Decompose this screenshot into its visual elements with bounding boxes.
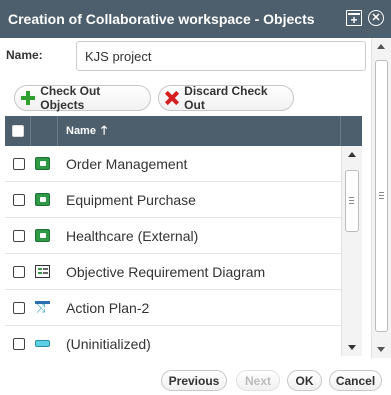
select-all-cell — [5, 116, 31, 146]
row-checkbox[interactable] — [13, 158, 25, 170]
row-label: Order Management — [66, 156, 188, 172]
name-input[interactable] — [76, 41, 366, 71]
dialog-scrollbar[interactable] — [371, 38, 391, 358]
icon-column-header — [31, 116, 58, 146]
uninitialized-icon — [35, 340, 50, 347]
row-label: (Uninitialized) — [66, 336, 151, 352]
name-column-header[interactable]: Name 🡑 — [58, 116, 341, 146]
action-plan-icon — [35, 301, 50, 316]
row-label: Healthcare (External) — [66, 228, 199, 244]
sort-ascending-icon: 🡑 — [100, 122, 108, 137]
row-checkbox[interactable] — [13, 338, 25, 350]
plus-icon — [21, 91, 36, 105]
grid-scrollbar[interactable] — [341, 146, 362, 356]
object-icon — [35, 157, 50, 170]
check-out-objects-label: Check Out Objects — [40, 84, 101, 112]
close-icon[interactable]: ✕ — [368, 10, 384, 26]
row-label: Objective Requirement Diagram — [66, 264, 266, 280]
table-row[interactable]: Objective Requirement Diagram — [5, 254, 341, 290]
name-column-label: Name — [66, 125, 96, 137]
check-out-objects-button[interactable]: Check Out Objects — [14, 84, 151, 112]
delete-x-icon — [165, 91, 178, 105]
discard-check-out-button[interactable]: Discard Check Out — [158, 84, 294, 112]
table-row[interactable]: Order Management — [5, 146, 341, 182]
table-row[interactable]: Action Plan-2 — [5, 290, 341, 326]
discard-check-out-label: Discard Check Out — [184, 84, 268, 112]
row-checkbox[interactable] — [13, 302, 25, 314]
previous-button[interactable]: Previous — [161, 370, 227, 391]
select-all-checkbox[interactable] — [11, 125, 24, 137]
scroll-up-icon[interactable] — [348, 152, 356, 157]
scroll-up-icon[interactable] — [377, 44, 385, 49]
scroll-thumb[interactable] — [345, 170, 359, 232]
row-label: Equipment Purchase — [66, 192, 196, 208]
grid-header: Name 🡑 — [5, 116, 362, 146]
row-checkbox[interactable] — [13, 230, 25, 242]
grid-rows: Order Management Equipment Purchase Heal… — [5, 146, 341, 356]
header-spacer — [341, 116, 362, 146]
scroll-down-icon[interactable] — [377, 347, 385, 352]
name-label: Name: — [6, 48, 43, 62]
row-label: Action Plan-2 — [66, 300, 150, 316]
scroll-thumb[interactable] — [375, 60, 388, 332]
cancel-button[interactable]: Cancel — [329, 370, 382, 391]
requirement-diagram-icon — [35, 265, 50, 278]
table-row[interactable]: Healthcare (External) — [5, 218, 341, 254]
object-icon — [35, 229, 50, 242]
object-icon — [35, 193, 50, 206]
title-bar: Creation of Collaborative workspace - Ob… — [0, 0, 391, 38]
objects-grid: Name 🡑 Order Management Equipment Purcha… — [5, 116, 362, 356]
maximize-icon[interactable]: + — [346, 10, 362, 26]
next-button[interactable]: Next — [236, 370, 280, 391]
window-title: Creation of Collaborative workspace - Ob… — [8, 11, 315, 27]
table-row[interactable]: Equipment Purchase — [5, 182, 341, 218]
table-row[interactable]: (Uninitialized) — [5, 326, 341, 356]
row-checkbox[interactable] — [13, 266, 25, 278]
row-checkbox[interactable] — [13, 194, 25, 206]
ok-button[interactable]: OK — [287, 370, 322, 391]
scroll-down-icon[interactable] — [348, 345, 356, 350]
